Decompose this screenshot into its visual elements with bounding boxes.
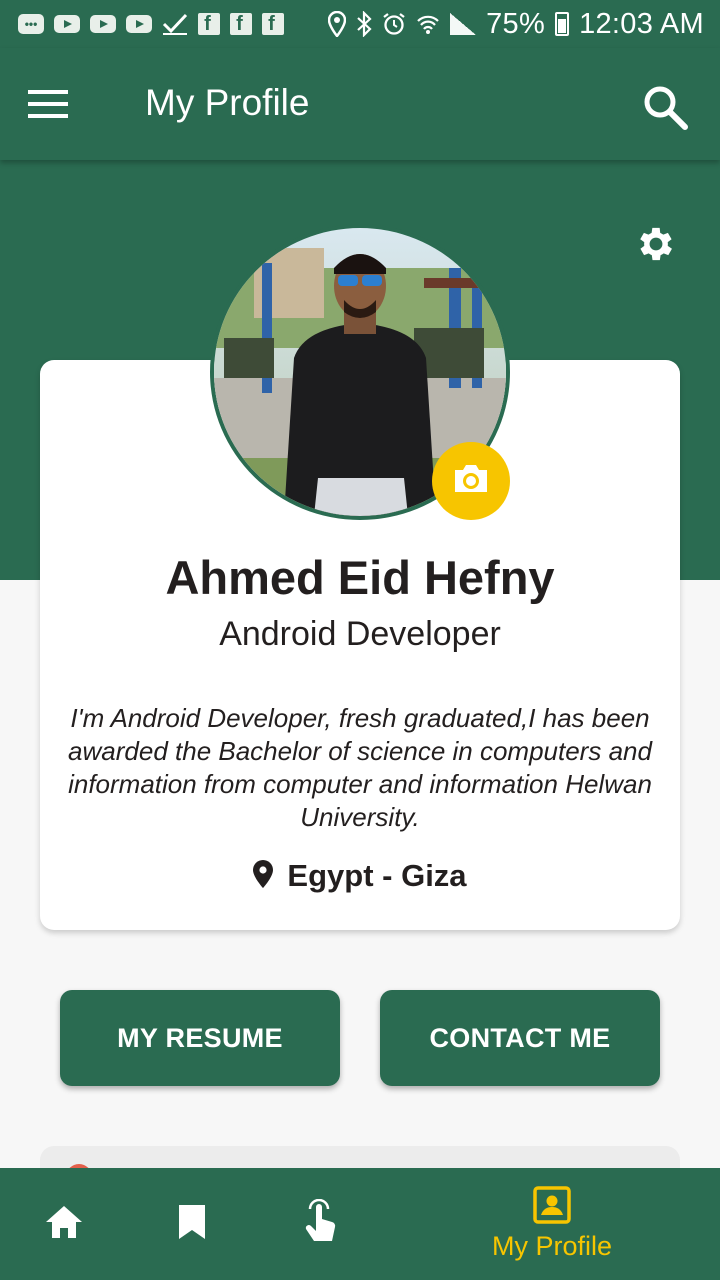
nav-my-profile-label: My Profile xyxy=(491,1231,613,1261)
youtube-notification-icon xyxy=(90,15,116,33)
nav-my-profile[interactable]: My Profile xyxy=(470,1168,634,1280)
wifi-icon xyxy=(416,13,440,35)
profile-role: Android Developer xyxy=(219,615,501,653)
home-icon xyxy=(44,1204,84,1245)
camera-icon xyxy=(451,462,491,501)
alarm-icon xyxy=(382,12,406,36)
location-icon xyxy=(328,11,347,37)
location-text: Egypt - Giza xyxy=(287,858,467,893)
bottom-navigation: My Profile xyxy=(0,1168,720,1280)
signal-icon xyxy=(450,13,477,35)
facebook-notification-icon: f xyxy=(262,13,284,35)
bookmark-icon xyxy=(177,1203,207,1246)
facebook-notification-icon: f xyxy=(198,13,220,35)
change-photo-button[interactable] xyxy=(432,442,510,520)
avatar-container xyxy=(210,224,510,520)
bluetooth-icon xyxy=(356,11,372,37)
profile-icon xyxy=(533,1186,571,1229)
touch-icon xyxy=(302,1198,338,1250)
nav-home[interactable] xyxy=(34,1168,94,1280)
message-notification-icon: ••• xyxy=(18,14,44,34)
location-pin-icon xyxy=(253,859,274,893)
nav-bookmarks[interactable] xyxy=(162,1168,222,1280)
app-bar: My Profile xyxy=(0,48,720,160)
status-bar: ••• f f f 75% 12:03 AM xyxy=(0,0,720,48)
system-status-icons: 75% 12:03 AM xyxy=(328,8,704,41)
search-icon[interactable] xyxy=(640,82,690,132)
contact-me-button[interactable]: CONTACT ME xyxy=(380,990,660,1086)
battery-percent: 75% xyxy=(486,7,546,40)
clock: 12:03 AM xyxy=(579,7,704,40)
check-notification-icon xyxy=(162,12,188,36)
facebook-notification-icon: f xyxy=(230,13,252,35)
battery-icon xyxy=(555,12,570,36)
my-resume-button[interactable]: MY RESUME xyxy=(60,990,340,1086)
profile-bio: I'm Android Developer, fresh graduated,I… xyxy=(68,703,652,832)
page-title: My Profile xyxy=(145,82,310,123)
profile-name: Ahmed Eid Hefny xyxy=(165,551,555,604)
youtube-notification-icon xyxy=(126,15,152,33)
youtube-notification-icon xyxy=(54,15,80,33)
menu-icon[interactable] xyxy=(28,90,68,118)
profile-location: Egypt - Giza xyxy=(0,858,720,894)
gear-icon[interactable] xyxy=(634,222,678,266)
notification-icons: ••• f f f xyxy=(18,12,284,36)
nav-touch[interactable] xyxy=(290,1168,350,1280)
